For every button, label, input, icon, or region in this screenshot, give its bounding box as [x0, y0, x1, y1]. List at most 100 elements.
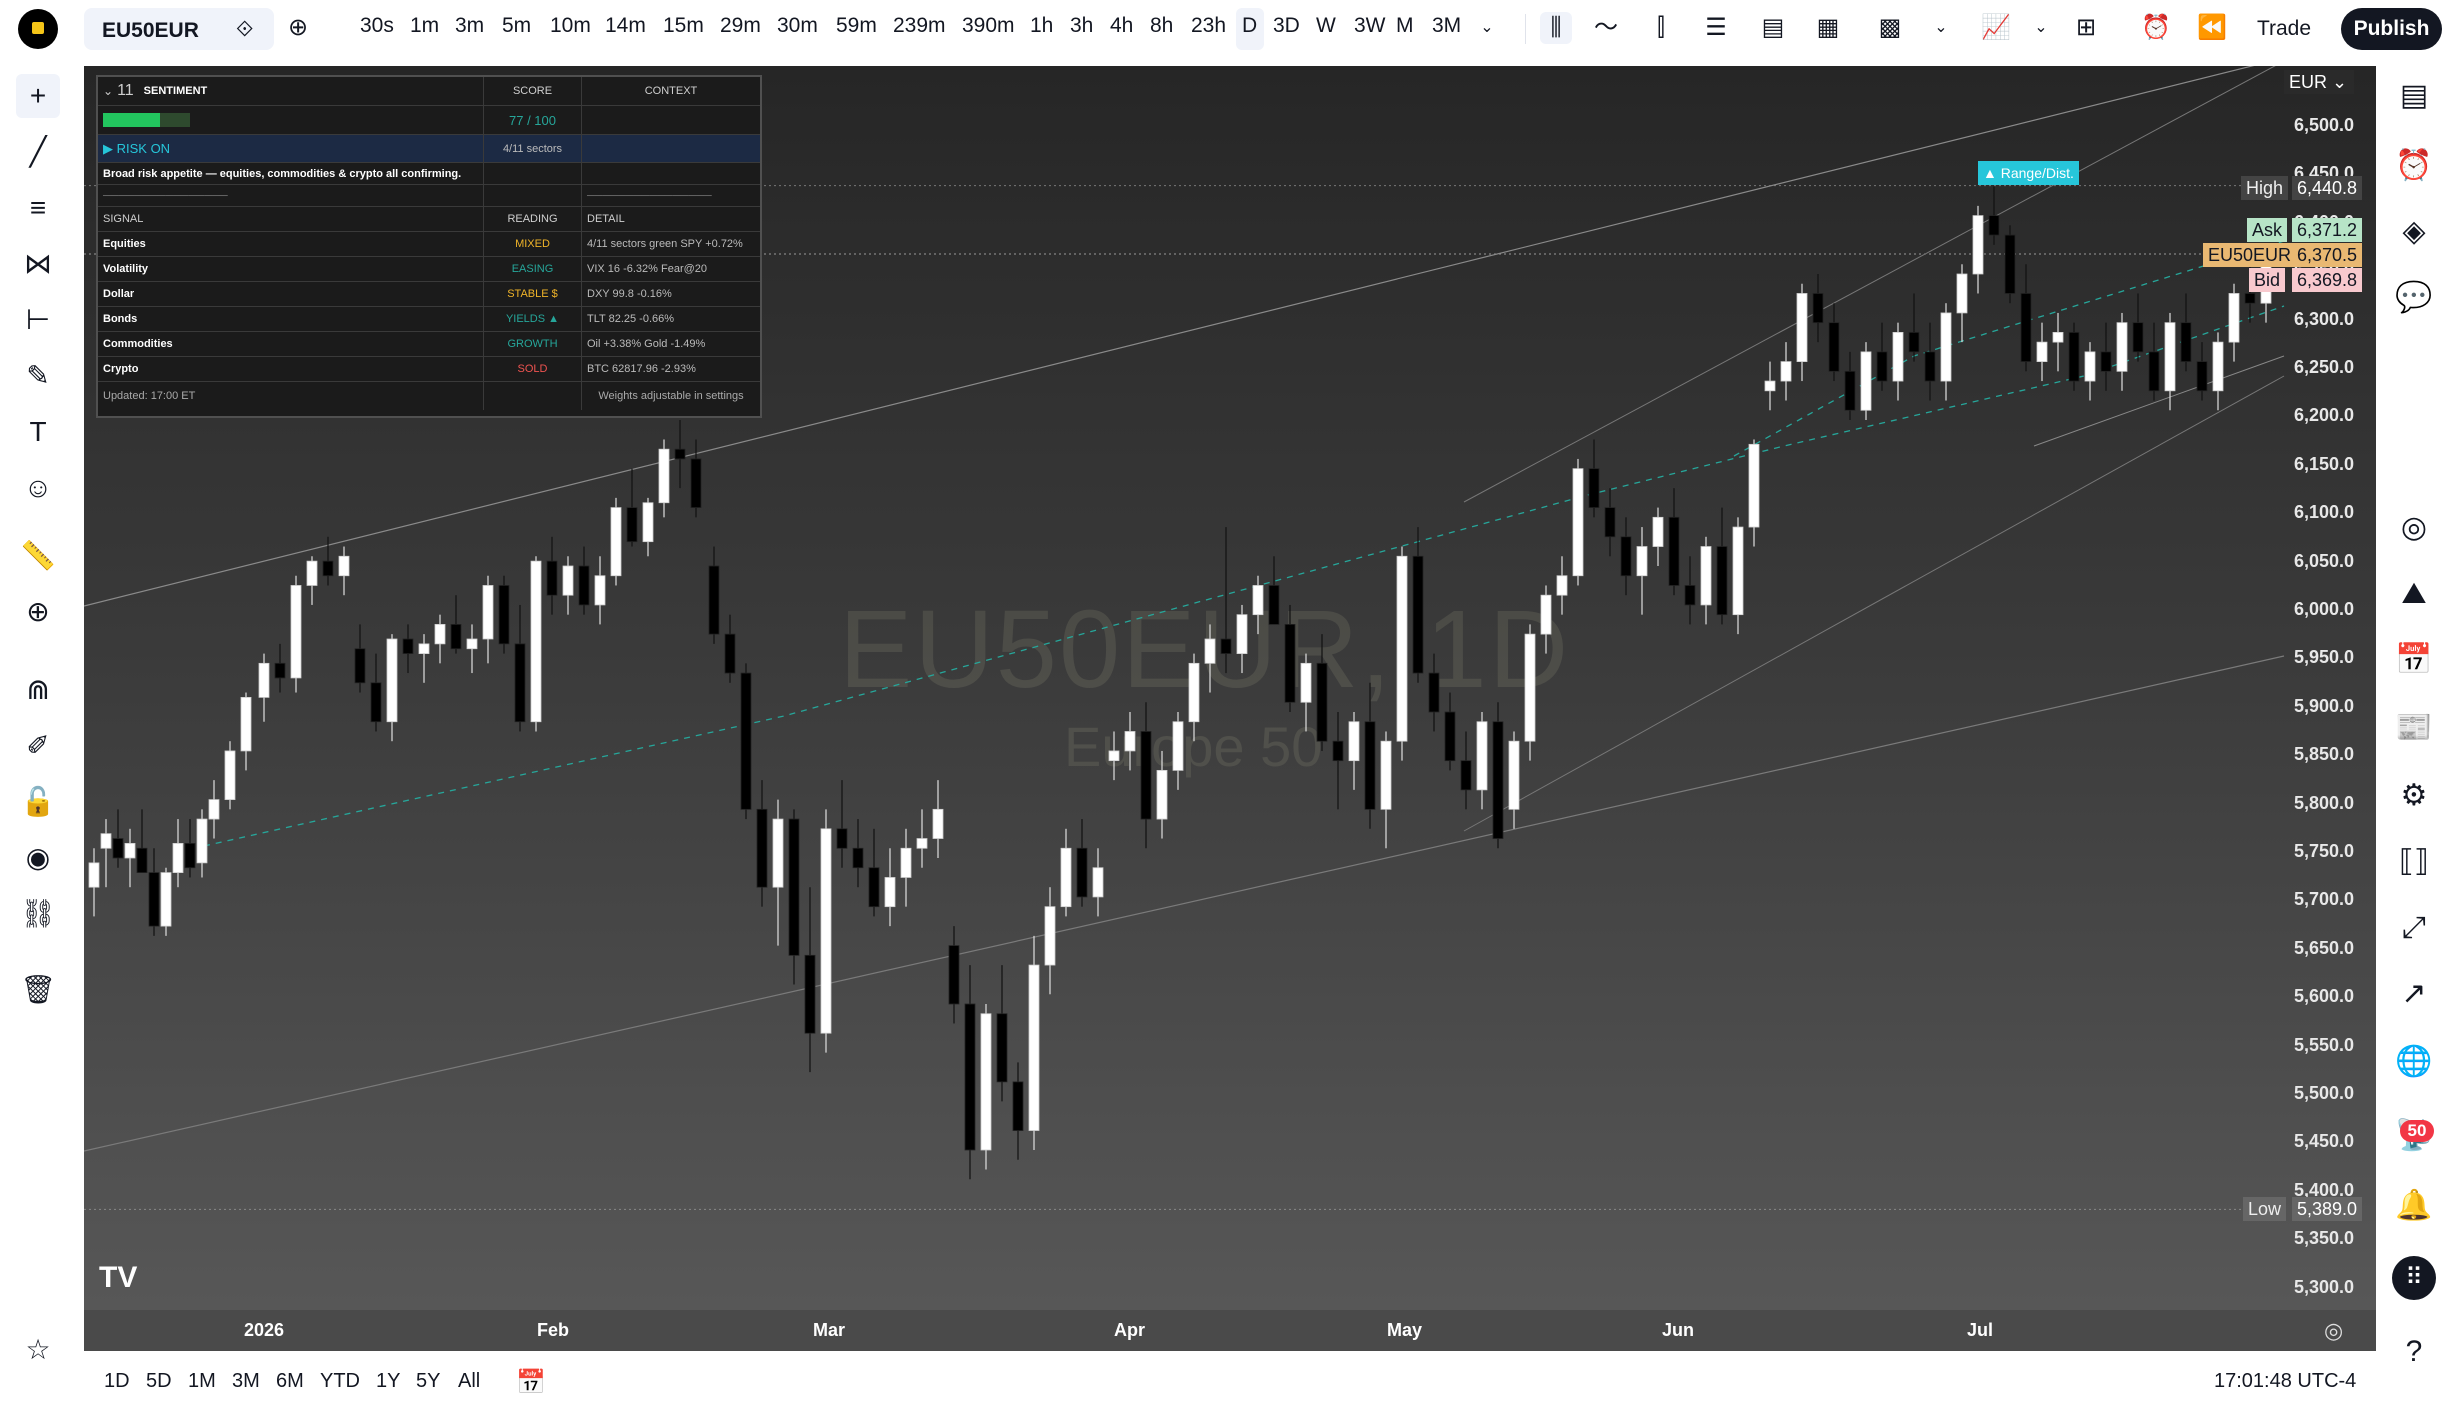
watchlist-diamond-icon[interactable]: ⟐ — [236, 16, 253, 42]
interval-M[interactable]: M — [1396, 14, 1414, 38]
interval-8h[interactable]: 8h — [1150, 14, 1173, 38]
symbol-search[interactable]: EU50EUR ⟐ — [84, 8, 274, 50]
magnet-icon[interactable]: ⋒ — [16, 668, 60, 712]
chevron-down-icon[interactable]: ⌄ — [1925, 12, 1957, 44]
screener-icon[interactable]: ⚙ — [2392, 774, 2436, 818]
zoom-in-icon[interactable]: ⊕ — [16, 590, 60, 634]
interval-3M[interactable]: 3M — [1432, 14, 1461, 38]
indicators-icon[interactable]: ☰ — [1700, 12, 1732, 44]
collapse-chevron-icon[interactable]: ⌄ — [103, 84, 113, 98]
candle-body — [1956, 273, 1968, 314]
crosshair-icon[interactable]: + — [16, 74, 60, 118]
chart-trend-icon[interactable]: ↗ — [2392, 972, 2436, 1016]
trash-icon[interactable]: 🗑 — [16, 968, 60, 1012]
compare-icon[interactable]: 📈 — [1980, 12, 2012, 44]
fib-lines-icon[interactable]: ≡ — [16, 186, 60, 230]
interval-239m[interactable]: 239m — [893, 14, 946, 38]
trade-button[interactable]: Trade — [2234, 8, 2334, 50]
interval-chevron-down-icon[interactable]: ⌄ — [1471, 12, 1503, 44]
prediction-icon[interactable]: ⊢ — [16, 298, 60, 342]
range-5Y[interactable]: 5Y — [416, 1370, 440, 1393]
hide-eye-icon[interactable]: ◉ — [16, 836, 60, 880]
candle-body — [2180, 322, 2192, 362]
interval-D[interactable]: D — [1242, 14, 1257, 38]
interval-4h[interactable]: 4h — [1110, 14, 1133, 38]
chevron-down-icon[interactable]: ⌄ — [2025, 12, 2057, 44]
interval-15m[interactable]: 15m — [663, 14, 704, 38]
replay-icon[interactable]: ⏪ — [2196, 12, 2228, 44]
line-chart-icon[interactable]: 〜 — [1590, 12, 1622, 44]
ruler-icon[interactable]: 📏 — [16, 534, 60, 578]
publish-button[interactable]: Publish — [2341, 8, 2442, 50]
interval-3D[interactable]: 3D — [1273, 14, 1300, 38]
apps-grid-icon[interactable]: ⠿ — [2392, 1256, 2436, 1300]
interval-30m[interactable]: 30m — [777, 14, 818, 38]
candle-body — [724, 633, 736, 674]
globe-icon[interactable]: 🌐 — [2392, 1040, 2436, 1084]
channel-line — [1463, 66, 2276, 503]
watchlist-icon[interactable]: ▤ — [2392, 74, 2436, 118]
tradingview-logo[interactable]: TV — [99, 1261, 137, 1295]
favorites-star-icon[interactable]: ☆ — [16, 1328, 60, 1372]
layout-icon[interactable]: ⊞ — [2070, 12, 2102, 44]
layers-icon[interactable]: ◈ — [2392, 210, 2436, 254]
target-icon[interactable]: ◎ — [2392, 506, 2436, 550]
time-axis[interactable]: 2026 Feb Mar Apr May Jun Jul ◎ — [84, 1310, 2376, 1351]
alerts-clock-icon[interactable]: ⏰ — [2392, 144, 2436, 188]
time-axis-settings-icon[interactable]: ◎ — [2324, 1318, 2343, 1344]
interval-3m[interactable]: 3m — [455, 14, 484, 38]
drawing-mode-icon[interactable]: ✐ — [16, 724, 60, 768]
text-icon[interactable]: T — [16, 410, 60, 454]
ideas-icon[interactable]: ⛰ — [2392, 572, 2436, 616]
reading-col-header: READING — [484, 207, 582, 231]
bell-icon[interactable]: 🔔 — [2392, 1184, 2436, 1228]
volume-profile-icon[interactable]: ▤ — [1757, 12, 1789, 44]
range-dist-annotation[interactable]: ▲ Range/Dist. — [1978, 161, 2079, 185]
interval-W[interactable]: W — [1316, 14, 1336, 38]
range-5D[interactable]: 5D — [146, 1370, 172, 1393]
interval-1m[interactable]: 1m — [410, 14, 439, 38]
market-profile-icon[interactable]: ▦ — [1812, 12, 1844, 44]
sentiment-table[interactable]: ⌄ 11 SENTIMENT SCORE CONTEXT 77 / 100 ▶ … — [96, 75, 762, 418]
interval-30s[interactable]: 30s — [360, 14, 394, 38]
range-1M[interactable]: 1M — [188, 1370, 216, 1393]
link-icon[interactable]: ⛓ — [16, 892, 60, 936]
candles-chart-type-icon[interactable]: ⫼ — [1540, 12, 1572, 44]
candle-body — [1172, 721, 1184, 771]
add-symbol-icon[interactable]: ⊕ — [282, 12, 314, 44]
trend-line-icon[interactable]: ╱ — [16, 130, 60, 174]
goto-date-icon[interactable]: 📅 — [516, 1368, 546, 1397]
range-1D[interactable]: 1D — [104, 1370, 130, 1393]
emoji-icon[interactable]: ☺ — [16, 466, 60, 510]
alert-clock-icon[interactable]: ⏰ — [2140, 12, 2172, 44]
interval-3W[interactable]: 3W — [1354, 14, 1386, 38]
interval-1h[interactable]: 1h — [1030, 14, 1053, 38]
interval-59m[interactable]: 59m — [836, 14, 877, 38]
interval-5m[interactable]: 5m — [502, 14, 531, 38]
range-All[interactable]: All — [458, 1370, 480, 1393]
bars-icon[interactable]: ⫿ — [1645, 12, 1677, 44]
range-3M[interactable]: 3M — [232, 1370, 260, 1393]
interval-29m[interactable]: 29m — [720, 14, 761, 38]
strategy-icon[interactable]: ⤢ — [2392, 906, 2436, 950]
range-YTD[interactable]: YTD — [320, 1370, 360, 1393]
brush-icon[interactable]: ✎ — [16, 354, 60, 398]
app-logo[interactable] — [18, 9, 58, 49]
lock-icon[interactable]: 🔓 — [16, 780, 60, 824]
footprint-icon[interactable]: ▩ — [1874, 12, 1906, 44]
interval-3h[interactable]: 3h — [1070, 14, 1093, 38]
range-1Y[interactable]: 1Y — [376, 1370, 400, 1393]
interval-14m[interactable]: 14m — [605, 14, 646, 38]
interval-23h[interactable]: 23h — [1191, 14, 1226, 38]
interval-10m[interactable]: 10m — [550, 14, 591, 38]
help-icon[interactable]: ? — [2392, 1330, 2436, 1374]
calendar-icon[interactable]: 📅 — [2392, 638, 2436, 682]
interval-390m[interactable]: 390m — [962, 14, 1015, 38]
news-icon[interactable]: 📰 — [2392, 706, 2436, 750]
pattern-icon[interactable]: ⋈ — [16, 242, 60, 286]
clock[interactable]: 17:01:48 UTC-4 — [2214, 1370, 2356, 1393]
currency-selector[interactable]: EUR ⌄ — [2284, 70, 2354, 94]
pine-editor-icon[interactable]: ⟦⟧ — [2392, 840, 2436, 884]
range-6M[interactable]: 6M — [276, 1370, 304, 1393]
chat-icon[interactable]: 💬 — [2392, 276, 2436, 320]
